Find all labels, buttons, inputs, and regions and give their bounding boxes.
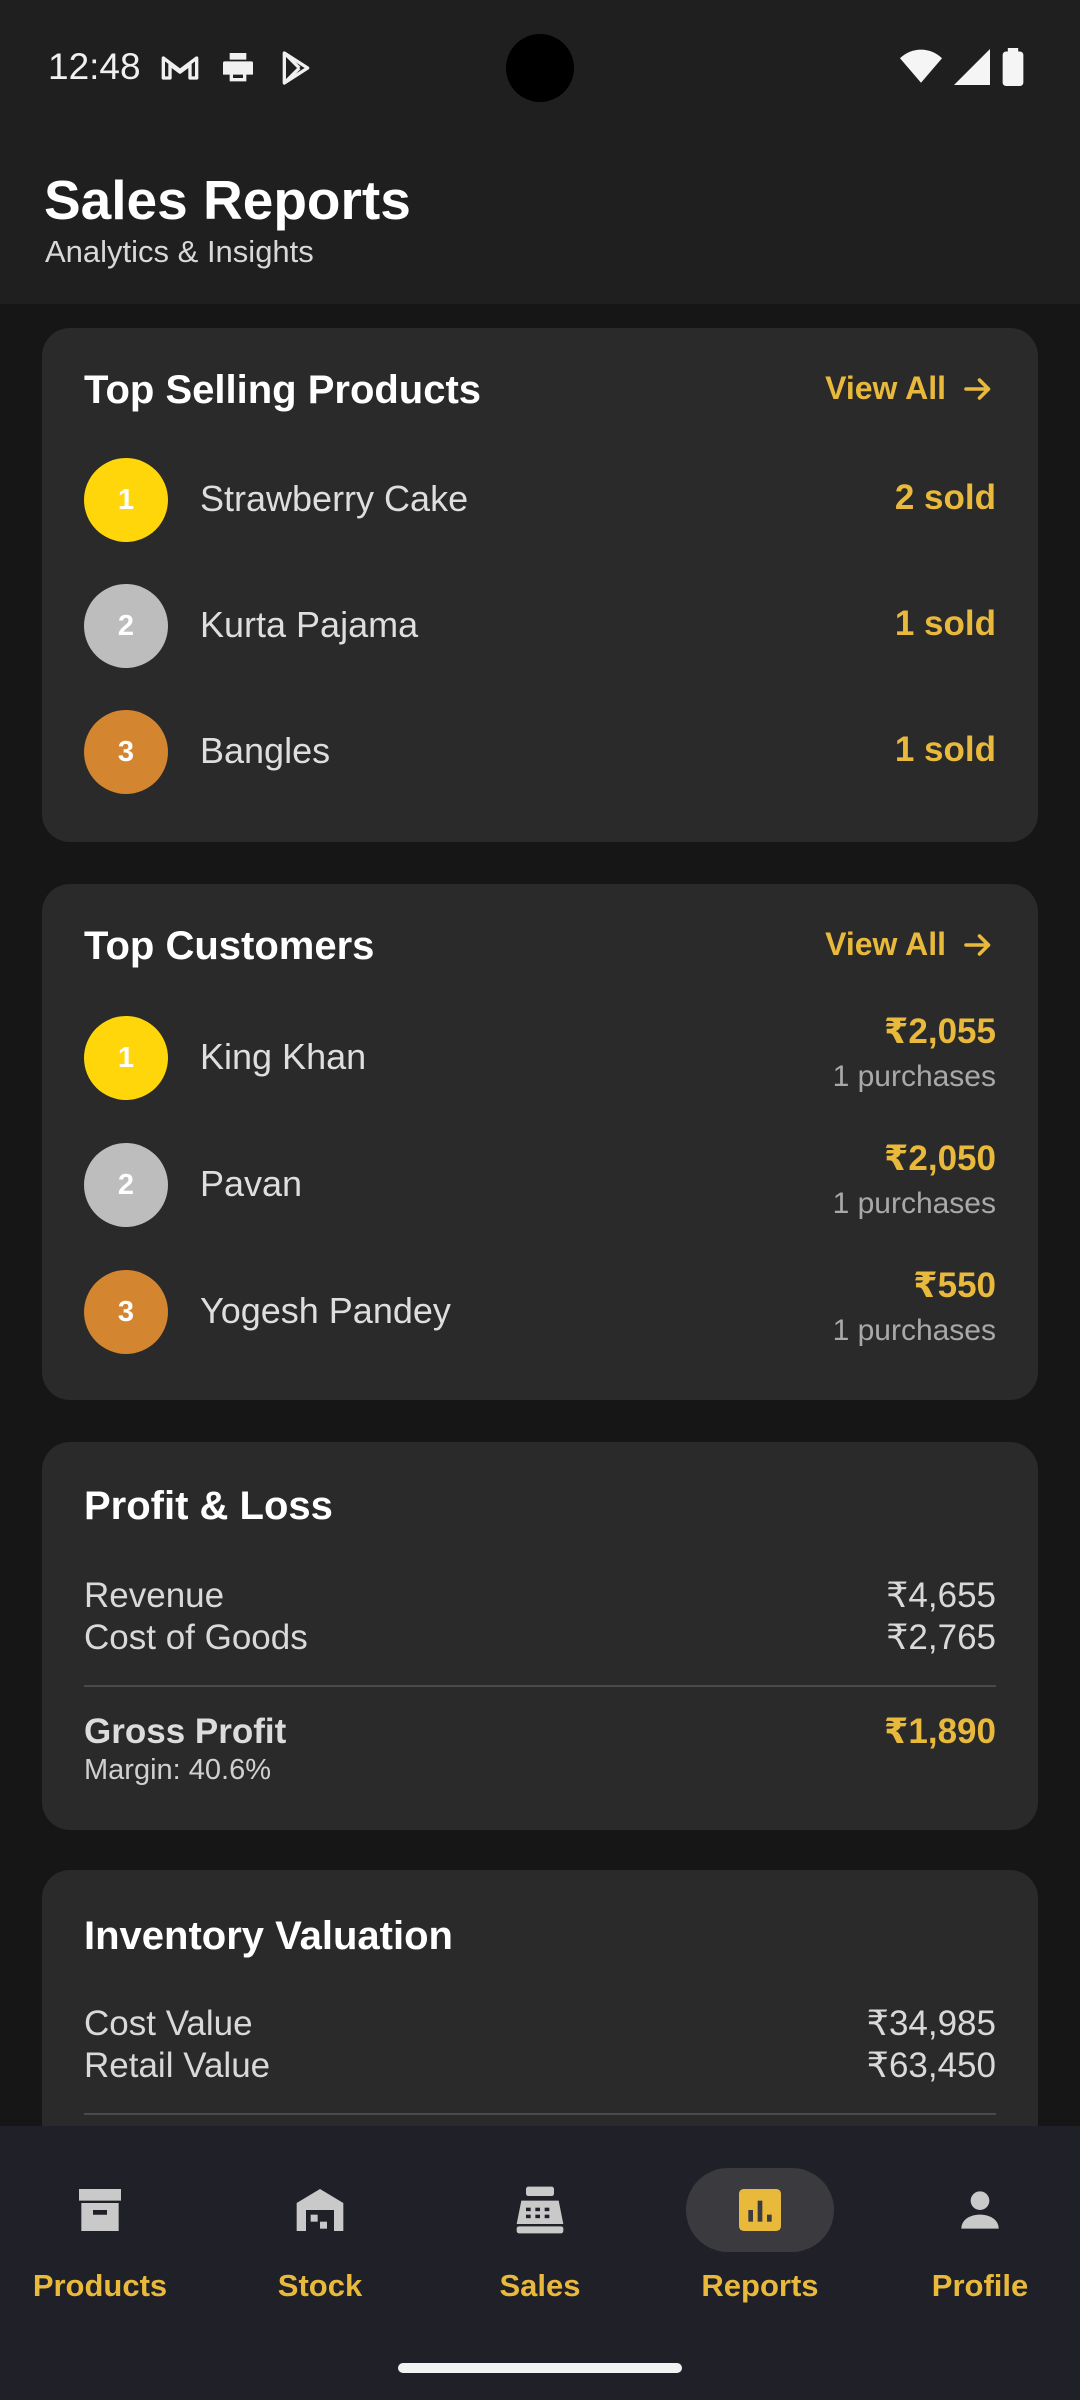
cost-value-row: Cost Value ₹34,985	[84, 2004, 996, 2046]
play-store-icon	[282, 51, 310, 85]
rank-badge-gold: 1	[84, 458, 168, 542]
nav-icon-container	[906, 2168, 1054, 2252]
bar-chart-icon	[739, 2189, 781, 2231]
inventory-valuation-card: Inventory Valuation Cost Value ₹34,985 R…	[42, 1870, 1038, 2126]
notification-icons	[160, 48, 316, 88]
rank-badge-gold: 1	[84, 1016, 168, 1100]
rank-badge-silver: 2	[84, 1143, 168, 1227]
arrow-right-icon	[964, 933, 991, 956]
cost-of-goods-value: ₹2,765	[886, 1618, 996, 1657]
nav-reports[interactable]: Reports	[660, 2156, 860, 2316]
top-customers-card: Top Customers View All 1 King Khan ₹2,05…	[42, 884, 1038, 1400]
rank-badge-bronze: 3	[84, 710, 168, 794]
gross-profit-value: ₹1,890	[884, 1712, 996, 1751]
top-products-title: Top Selling Products	[84, 368, 482, 412]
cost-of-goods-label: Cost of Goods	[84, 1618, 308, 1657]
camera-cutout	[506, 34, 574, 102]
top-customer-row[interactable]: 2 Pavan ₹2,050 1 purchases	[84, 1139, 996, 1227]
margin-text: Margin: 40.6%	[84, 1754, 271, 1786]
top-customers-title: Top Customers	[84, 924, 375, 968]
nav-icon-container-active	[686, 2168, 834, 2252]
gross-profit-label: Gross Profit	[84, 1712, 287, 1751]
nav-profile[interactable]: Profile	[880, 2156, 1080, 2316]
screen: 12:48 Sales Reports Analytics & Insights…	[0, 0, 1080, 2400]
profit-loss-title: Profit & Loss	[84, 1484, 333, 1528]
person-icon	[961, 2191, 999, 2229]
retail-value-amount: ₹63,450	[866, 2046, 996, 2085]
status-bar: 12:48	[0, 0, 1080, 130]
view-all-label: View All	[825, 370, 946, 406]
customer-name: Yogesh Pandey	[200, 1290, 451, 1331]
top-product-row[interactable]: 1 Strawberry Cake 2 sold	[84, 458, 996, 542]
nav-label: Stock	[277, 2268, 363, 2303]
bottom-navigation: Products Stock Sales Reports Profile	[0, 2126, 1080, 2400]
nav-stock[interactable]: Stock	[220, 2156, 420, 2316]
revenue-value: ₹4,655	[886, 1576, 996, 1615]
system-icons	[900, 48, 1024, 86]
rank-badge-bronze: 3	[84, 1270, 168, 1354]
top-product-row[interactable]: 3 Bangles 1 sold	[84, 710, 996, 794]
nav-products[interactable]: Products	[0, 2156, 200, 2316]
nav-sales[interactable]: Sales	[440, 2156, 640, 2316]
customer-amount: ₹550	[913, 1266, 996, 1305]
nav-icon-container	[466, 2168, 614, 2252]
inventory-title: Inventory Valuation	[84, 1914, 453, 1958]
arrow-right-icon	[964, 377, 991, 400]
retail-value-row: Retail Value ₹63,450	[84, 2046, 996, 2088]
customer-purchases: 1 purchases	[832, 1314, 996, 1347]
nav-icon-container	[246, 2168, 394, 2252]
top-products-card: Top Selling Products View All 1 Strawber…	[42, 328, 1038, 842]
product-sold-count: 1 sold	[894, 604, 996, 643]
customer-name: King Khan	[200, 1036, 367, 1077]
view-all-label: View All	[825, 926, 946, 962]
signal-icon	[954, 49, 990, 85]
cost-value-amount: ₹34,985	[866, 2004, 996, 2043]
top-products-view-all-button[interactable]: View All	[825, 370, 996, 407]
page-title: Sales Reports	[44, 169, 411, 231]
top-product-row[interactable]: 2 Kurta Pajama 1 sold	[84, 584, 996, 668]
status-time: 12:48	[48, 46, 141, 87]
top-customers-view-all-button[interactable]: View All	[825, 926, 996, 963]
product-sold-count: 1 sold	[894, 730, 996, 769]
revenue-label: Revenue	[84, 1576, 225, 1615]
profit-loss-card: Profit & Loss Revenue ₹4,655 Cost of Goo…	[42, 1442, 1038, 1830]
home-indicator[interactable]	[398, 2363, 682, 2373]
customer-name: Pavan	[200, 1163, 303, 1204]
gmail-icon	[161, 56, 199, 80]
battery-icon	[1002, 48, 1024, 86]
customer-purchases: 1 purchases	[832, 1187, 996, 1220]
page-subtitle: Analytics & Insights	[45, 234, 314, 269]
revenue-row: Revenue ₹4,655	[84, 1576, 996, 1618]
nav-label: Sales	[499, 2268, 581, 2303]
product-sold-count: 2 sold	[894, 478, 996, 517]
rank-badge-silver: 2	[84, 584, 168, 668]
warehouse-icon	[296, 2189, 344, 2231]
cost-of-goods-row: Cost of Goods ₹2,765	[84, 1618, 996, 1660]
archive-box-icon	[79, 2189, 121, 2231]
nav-label: Profile	[931, 2268, 1029, 2303]
cost-value-label: Cost Value	[84, 2004, 253, 2043]
customer-amount: ₹2,050	[884, 1139, 996, 1178]
customer-amount: ₹2,055	[884, 1012, 996, 1051]
top-customer-row[interactable]: 1 King Khan ₹2,055 1 purchases	[84, 1012, 996, 1100]
product-name: Bangles	[200, 730, 331, 771]
print-icon	[223, 53, 253, 82]
nav-icon-container	[26, 2168, 174, 2252]
divider	[84, 2113, 996, 2115]
nav-label: Reports	[701, 2268, 819, 2303]
product-name: Kurta Pajama	[200, 604, 419, 645]
cash-register-icon	[516, 2186, 564, 2234]
wifi-icon	[900, 49, 942, 83]
customer-purchases: 1 purchases	[832, 1060, 996, 1093]
nav-label: Products	[32, 2268, 168, 2303]
retail-value-label: Retail Value	[84, 2046, 271, 2085]
app-header: Sales Reports Analytics & Insights	[0, 130, 1080, 304]
divider	[84, 1685, 996, 1687]
top-customer-row[interactable]: 3 Yogesh Pandey ₹550 1 purchases	[84, 1266, 996, 1354]
reports-content[interactable]: Top Selling Products View All 1 Strawber…	[0, 304, 1080, 2126]
product-name: Strawberry Cake	[200, 478, 469, 519]
